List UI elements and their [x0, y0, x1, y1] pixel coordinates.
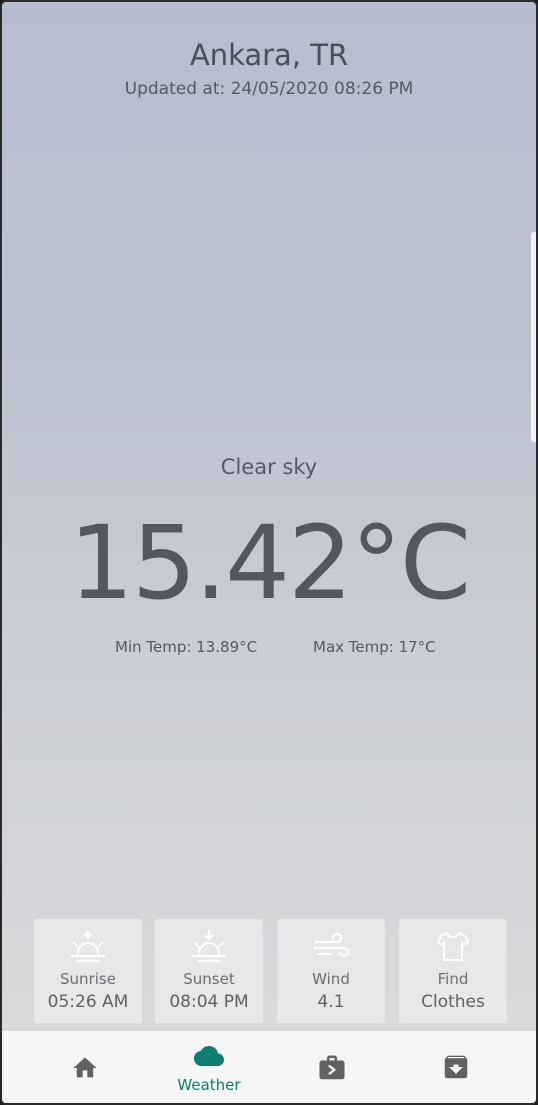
card-label: Find — [437, 970, 469, 988]
min-temp: Min Temp: 13.89°C — [115, 638, 258, 656]
nav-weather-label: Weather — [177, 1076, 241, 1094]
nav-archive[interactable] — [395, 1031, 517, 1103]
card-label: Sunrise — [60, 970, 116, 988]
card-value: 08:04 PM — [169, 992, 249, 1012]
archive-icon — [444, 1055, 468, 1079]
find-clothes-card[interactable]: Find Clothes — [399, 919, 507, 1023]
card-label: Wind — [312, 970, 350, 988]
home-icon — [73, 1057, 97, 1078]
sunrise-icon — [70, 930, 106, 963]
briefcase-icon — [319, 1055, 345, 1080]
city-name: Ankara, TR — [189, 38, 349, 72]
bottom-navigation: Weather — [2, 1031, 536, 1103]
updated-timestamp: Updated at: 24/05/2020 08:26 PM — [124, 79, 414, 99]
edge-panel-handle[interactable] — [531, 232, 536, 442]
card-label: Sunset — [183, 970, 235, 988]
info-cards: Sunrise 05:26 AM Sunset 08:04 PM Wind 4.… — [34, 919, 508, 1023]
weather-screen: Ankara, TR Updated at: 24/05/2020 08:26 … — [0, 0, 538, 1105]
wind-icon — [313, 932, 350, 958]
sunset-card: Sunset 08:04 PM — [155, 919, 263, 1023]
nav-briefcase[interactable] — [271, 1031, 393, 1103]
cloud-icon — [194, 1046, 224, 1066]
sunset-icon — [191, 929, 227, 963]
card-value: 4.1 — [317, 992, 345, 1012]
current-temperature: 15.42°C — [68, 504, 471, 623]
wind-card: Wind 4.1 — [277, 919, 385, 1023]
sunrise-card: Sunrise 05:26 AM — [34, 919, 142, 1023]
weather-condition: Clear sky — [220, 455, 318, 479]
shirt-icon — [437, 932, 469, 961]
card-value: Clothes — [421, 992, 485, 1012]
nav-weather[interactable]: Weather — [148, 1031, 270, 1103]
card-value: 05:26 AM — [47, 992, 129, 1012]
max-temp: Max Temp: 17°C — [313, 638, 436, 656]
nav-home[interactable] — [24, 1031, 146, 1103]
